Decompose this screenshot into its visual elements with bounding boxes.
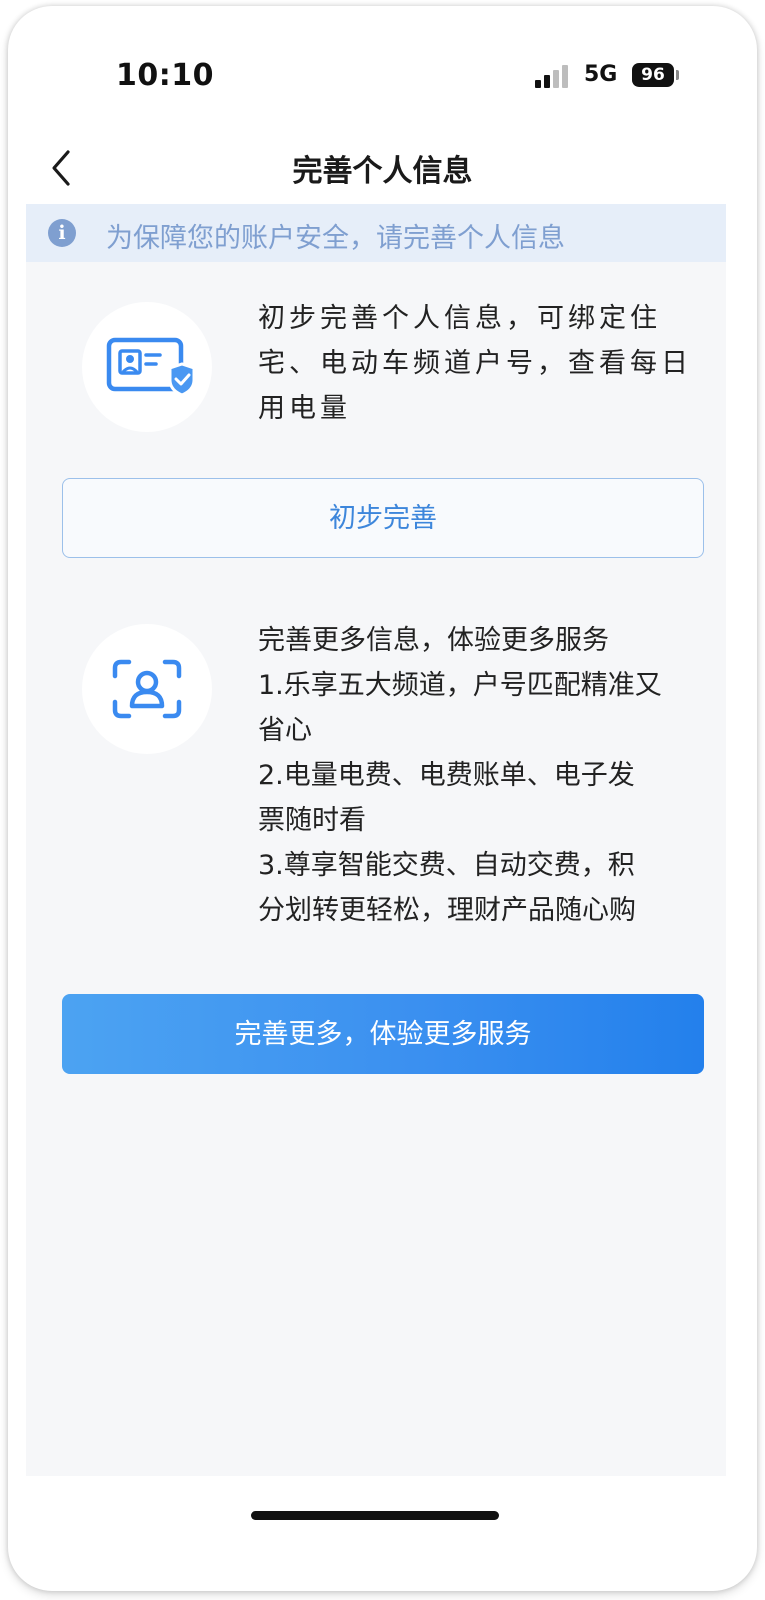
- content-area: i 为保障您的账户安全，请完善个人信息 初步完善个人信息，可绑定住 宅、电动车频…: [26, 204, 726, 1476]
- battery-icon: 96: [632, 63, 674, 87]
- status-bar: 10:10 5G 96: [8, 6, 757, 136]
- basic-line: 初步完善个人信息，可绑定住: [258, 303, 661, 334]
- security-notice: i 为保障您的账户安全，请完善个人信息: [26, 204, 726, 262]
- signal-icon: [535, 64, 575, 88]
- advanced-line: 1.乐享五大频道，户号匹配精准又: [258, 670, 662, 701]
- phone-frame: 10:10 5G 96 完善个人信息 i 为保障您的账户安全，请完善个人信息 初…: [8, 6, 757, 1591]
- basic-complete-button[interactable]: 初步完善: [62, 478, 704, 558]
- advanced-line: 省心: [258, 715, 312, 746]
- basic-line: 用电量: [258, 393, 351, 424]
- basic-line: 宅、电动车频道户号，查看每日: [258, 348, 692, 379]
- network-type: 5G: [584, 62, 618, 87]
- complete-more-button[interactable]: 完善更多，体验更多服务: [62, 994, 704, 1074]
- advanced-description: 完善更多信息，体验更多服务 1.乐享五大频道，户号匹配精准又 省心 2.电量电费…: [258, 618, 708, 933]
- page-title: 完善个人信息: [292, 154, 473, 189]
- basic-description: 初步完善个人信息，可绑定住 宅、电动车频道户号，查看每日 用电量: [258, 296, 708, 431]
- advanced-line: 完善更多信息，体验更多服务: [258, 625, 609, 656]
- advanced-line: 2.电量电费、电费账单、电子发: [258, 760, 635, 791]
- advanced-line: 票随时看: [258, 805, 366, 836]
- advanced-line: 分划转更轻松，理财产品随心购: [258, 895, 636, 926]
- status-time: 10:10: [116, 58, 214, 93]
- advanced-line: 3.尊享智能交费、自动交费，积: [258, 850, 635, 881]
- info-icon: i: [48, 219, 76, 247]
- nav-bar: 完善个人信息: [8, 136, 757, 204]
- face-scan-icon: [82, 624, 212, 754]
- id-card-shield-icon: [82, 302, 212, 432]
- notice-text: 为保障您的账户安全，请完善个人信息: [106, 223, 565, 254]
- battery-tip: [676, 70, 679, 80]
- home-indicator[interactable]: [251, 1511, 499, 1520]
